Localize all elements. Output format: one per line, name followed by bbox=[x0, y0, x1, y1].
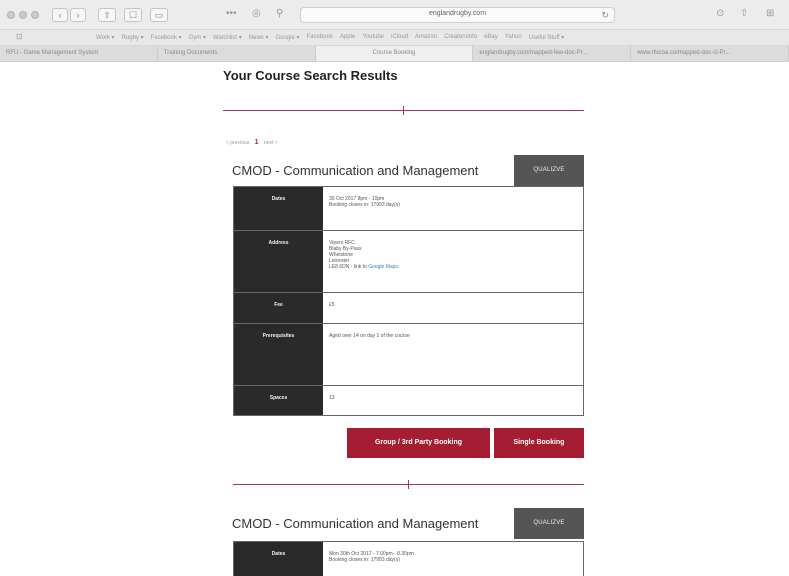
bookmark-item[interactable]: Work ▾ bbox=[96, 34, 115, 41]
divider-tick bbox=[403, 106, 404, 115]
tabs-overview-icon[interactable]: ⊞ bbox=[766, 8, 774, 19]
postcode-text: LE8 6DN - link to bbox=[329, 264, 367, 270]
course-details-table: Dates Mon 30th Oct 2017 - 7.00pm - 8.30p… bbox=[233, 541, 584, 576]
browser-toolbar: ‹ › ⇧ ☐ ▭ ••• ◎ ⚲ englandrugby.com ↻ ⊙ ⇧… bbox=[0, 0, 789, 30]
bookmark-item[interactable]: Google ▾ bbox=[275, 34, 299, 41]
address-line: LE8 6DN - link to Google Maps. bbox=[329, 264, 577, 270]
section-divider bbox=[233, 480, 584, 489]
next-page-link[interactable]: next > bbox=[264, 140, 278, 146]
bookmark-item[interactable]: Apple bbox=[340, 34, 355, 41]
fee-value: £5 bbox=[329, 302, 335, 308]
current-page: 1 bbox=[254, 139, 259, 146]
bookmark-item[interactable]: CreatorsInfo bbox=[444, 34, 477, 41]
bookmark-item[interactable]: Amazon bbox=[415, 34, 437, 41]
table-row: Spaces 13 bbox=[234, 386, 583, 416]
course-details-table: Dates 30 Oct 2017 8pm - 10pm Booking clo… bbox=[233, 186, 584, 416]
tab-rfucoa[interactable]: www.rfucoa.co/mapped-doc-cl-Pr... bbox=[631, 46, 789, 61]
table-row: Address Vipers RFC Blaby By-Pass Whetsto… bbox=[234, 231, 583, 293]
booking-closes-line: Booking closes in: 17993 day(s) bbox=[329, 202, 400, 208]
dates-label: Dates bbox=[234, 542, 323, 576]
bookmark-item[interactable]: eBay bbox=[484, 34, 498, 41]
page-title: Your Course Search Results bbox=[223, 68, 398, 83]
group-booking-button[interactable]: Group / 3rd Party Booking bbox=[347, 428, 490, 458]
download-icon[interactable]: ⊙ bbox=[716, 8, 724, 19]
bookmark-item[interactable]: Facebook ▾ bbox=[151, 34, 182, 41]
bookmark-item[interactable]: Gym ▾ bbox=[189, 34, 206, 41]
google-maps-link[interactable]: Google Maps. bbox=[368, 264, 399, 270]
dates-value: Mon 30th Oct 2017 - 7.00pm - 8.30pm Book… bbox=[323, 542, 583, 576]
course-title: CMOD - Communication and Management bbox=[232, 163, 479, 178]
course-title: CMOD - Communication and Management bbox=[232, 516, 479, 531]
single-booking-button[interactable]: Single Booking bbox=[494, 428, 584, 458]
tab-bar: RFU - Game Management System Training Do… bbox=[0, 46, 789, 62]
bookmark-item[interactable]: News ▾ bbox=[249, 34, 269, 41]
dates-value: 30 Oct 2017 8pm - 10pm Booking closes in… bbox=[323, 187, 583, 230]
divider-tick bbox=[408, 480, 409, 489]
password-icon[interactable]: ⚲ bbox=[276, 8, 283, 19]
forward-icon[interactable]: › bbox=[70, 8, 86, 22]
address-label: Address bbox=[234, 231, 323, 292]
address-value: Vipers RFC Blaby By-Pass Whetstone Leice… bbox=[323, 231, 583, 292]
prerequisites-value: Aged over 14 on day 1 of the course bbox=[329, 333, 410, 339]
share-page-icon[interactable]: ⇧ bbox=[740, 8, 748, 19]
previous-page-link[interactable]: < previous bbox=[226, 140, 249, 146]
bookmark-item[interactable]: Youtube bbox=[362, 34, 384, 41]
bookmark-item[interactable]: Rugby ▾ bbox=[122, 34, 144, 41]
dates-label: Dates bbox=[234, 187, 323, 230]
bookmark-item[interactable]: Watchlist ▾ bbox=[213, 34, 242, 41]
table-row: Prerequisites Aged over 14 on day 1 of t… bbox=[234, 324, 583, 386]
table-row: Dates 30 Oct 2017 8pm - 10pm Booking clo… bbox=[234, 187, 583, 231]
bookmarks-bar: ⊡ Work ▾ Rugby ▾ Facebook ▾ Gym ▾ Watchl… bbox=[0, 30, 789, 46]
address-bar[interactable]: englandrugby.com ↻ bbox=[300, 7, 615, 23]
table-row: Fee £5 bbox=[234, 293, 583, 324]
bookmark-item[interactable]: Facebook bbox=[307, 34, 333, 41]
more-icon[interactable]: ••• bbox=[226, 8, 237, 19]
spaces-label: Spaces bbox=[234, 386, 323, 415]
close-window-icon[interactable] bbox=[7, 11, 15, 19]
minimize-window-icon[interactable] bbox=[19, 11, 27, 19]
section-divider bbox=[223, 106, 584, 115]
share-icon[interactable]: ⇧ bbox=[98, 8, 116, 22]
reading-list-icon[interactable]: ⊡ bbox=[16, 32, 23, 41]
tab-rfu-gms[interactable]: RFU - Game Management System bbox=[0, 46, 158, 61]
bookmarks-icon[interactable]: ☐ bbox=[124, 8, 142, 22]
sidebar-icon[interactable]: ▭ bbox=[150, 8, 168, 22]
spaces-value: 13 bbox=[329, 395, 335, 401]
table-row: Dates Mon 30th Oct 2017 - 7.00pm - 8.30p… bbox=[234, 542, 583, 576]
bookmark-item[interactable]: Yahoo bbox=[505, 34, 522, 41]
zoom-window-icon[interactable] bbox=[31, 11, 39, 19]
qualification-badge: QUALIZVE bbox=[514, 155, 584, 186]
shield-icon[interactable]: ◎ bbox=[252, 8, 261, 19]
bookmark-item[interactable]: iCloud bbox=[391, 34, 408, 41]
reload-icon[interactable]: ↻ bbox=[601, 10, 609, 21]
prerequisites-label: Prerequisites bbox=[234, 324, 323, 385]
booking-closes-line: Booking closes in: 17993 day(s) bbox=[329, 557, 400, 563]
tab-course-booking[interactable]: Course Booking bbox=[315, 46, 474, 61]
url-text: englandrugby.com bbox=[428, 10, 487, 17]
qualification-badge: QUALIZVE bbox=[514, 508, 584, 539]
pagination: < previous 1 next > bbox=[226, 139, 278, 146]
tab-training-documents[interactable]: Training Documents bbox=[158, 46, 316, 61]
back-icon[interactable]: ‹ bbox=[52, 8, 68, 22]
bookmark-item[interactable]: Useful Stuff ▾ bbox=[529, 34, 565, 41]
tab-englandrugby[interactable]: englandrugby.com/mapped-few-doc-Pr... bbox=[473, 46, 632, 61]
fee-label: Fee bbox=[234, 293, 323, 323]
